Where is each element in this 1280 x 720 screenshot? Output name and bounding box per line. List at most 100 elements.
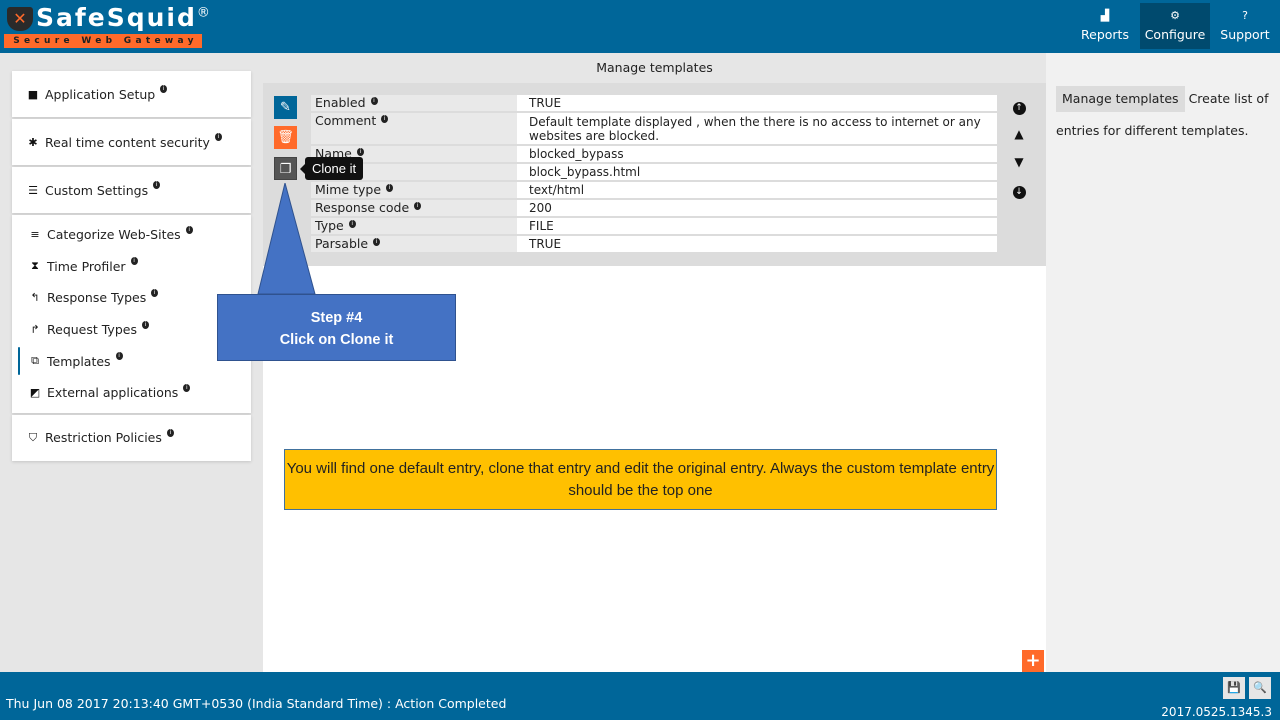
custom-settings-submenu: ≡ Categorize Web-Sites i ⧗ Time Profiler… bbox=[12, 215, 251, 413]
info-icon[interactable]: i bbox=[348, 220, 356, 228]
sidebar-item-restriction-policies[interactable]: ⛉ Restriction Policies i bbox=[12, 415, 251, 461]
cogs-icon: ⚙ bbox=[1170, 9, 1180, 22]
info-icon[interactable]: i bbox=[373, 238, 381, 246]
share-icon: ↱ bbox=[30, 323, 40, 337]
sidebar-item-label: Custom Settings bbox=[45, 182, 149, 198]
move-controls: ↑ ▲ ▼ ↓ bbox=[1010, 97, 1028, 209]
sidebar-item-custom-settings[interactable]: ☰ Custom Settings i bbox=[12, 167, 251, 213]
info-icon[interactable]: i bbox=[414, 202, 422, 210]
sidebar-item-categorize-web-sites[interactable]: ≡ Categorize Web-Sites i bbox=[12, 219, 251, 251]
info-icon[interactable]: i bbox=[370, 97, 378, 105]
nav-configure[interactable]: ⚙ Configure bbox=[1140, 3, 1210, 49]
field-row-name[interactable]: Name i blocked_bypass bbox=[311, 146, 997, 164]
info-icon[interactable]: i bbox=[381, 115, 389, 123]
info-icon[interactable]: i bbox=[160, 85, 168, 93]
sidebar-item-request-types[interactable]: ↱ Request Types i bbox=[12, 314, 251, 346]
clone-button[interactable]: ❐ bbox=[274, 157, 297, 180]
sidebar-item-real-time-content-security[interactable]: ✱ Real time content security i bbox=[12, 119, 251, 165]
info-icon[interactable]: i bbox=[115, 352, 123, 361]
caret-up-icon: ▲ bbox=[1014, 127, 1024, 141]
sidebar-item-label: Response Types bbox=[47, 290, 147, 306]
field-row-enabled[interactable]: Enabled i TRUE bbox=[311, 95, 997, 113]
field-value: 200 bbox=[529, 201, 552, 215]
field-row-file[interactable]: Filei block_bypass.html bbox=[311, 164, 997, 182]
sidebar-item-time-profiler[interactable]: ⧗ Time Profiler i bbox=[12, 251, 251, 283]
field-row-response-code[interactable]: Response code i 200 bbox=[311, 200, 997, 218]
field-row-type[interactable]: Type i FILE bbox=[311, 218, 997, 236]
floppy-disk-icon: 💾 bbox=[1227, 681, 1241, 694]
nav-reports[interactable]: ▟ Reports bbox=[1070, 3, 1140, 49]
info-icon[interactable]: i bbox=[141, 320, 149, 329]
search-button[interactable]: 🔍 bbox=[1249, 677, 1271, 699]
briefcase-icon: ■ bbox=[27, 87, 39, 101]
logo-registered-mark: ® bbox=[196, 5, 212, 21]
delete-button[interactable]: 🗑 bbox=[274, 126, 297, 149]
top-nav: ▟ Reports ⚙ Configure ? Support bbox=[1070, 3, 1280, 49]
instruction-note: You will find one default entry, clone t… bbox=[284, 449, 997, 510]
logo-tagline: Secure Web Gateway bbox=[13, 36, 198, 46]
info-icon[interactable]: i bbox=[214, 133, 222, 141]
arrow-circle-up-icon: ↑ bbox=[1012, 102, 1026, 115]
sidebar-item-label: Restriction Policies bbox=[45, 430, 162, 446]
edit-button[interactable]: ✎ bbox=[274, 96, 297, 119]
nav-support[interactable]: ? Support bbox=[1210, 3, 1280, 49]
info-icon[interactable]: i bbox=[151, 288, 159, 297]
page-title: Manage templates bbox=[263, 53, 1046, 83]
add-entry-button[interactable]: + bbox=[1022, 650, 1044, 672]
external-link-square-icon: ◩ bbox=[29, 386, 41, 400]
field-row-mime-type[interactable]: Mime type i text/html bbox=[311, 182, 997, 200]
callout-pointer-shape bbox=[257, 183, 316, 295]
entry-fields: Enabled i TRUE Comment i Default template … bbox=[311, 95, 997, 254]
field-row-parsable[interactable]: Parsable i TRUE bbox=[311, 236, 997, 254]
nav-configure-label: Configure bbox=[1144, 27, 1206, 42]
caret-down-icon: ▼ bbox=[1014, 155, 1024, 169]
info-icon[interactable]: i bbox=[185, 225, 193, 234]
info-icon[interactable]: i bbox=[130, 257, 138, 266]
step-callout: Step #4 Click on Clone it bbox=[217, 294, 456, 361]
move-to-top-button[interactable]: ↑ bbox=[1010, 97, 1028, 115]
sidebar-item-label: Application Setup bbox=[45, 86, 156, 102]
sidebar-item-label: Real time content security bbox=[45, 134, 210, 150]
hourglass-icon: ⧗ bbox=[31, 259, 39, 273]
move-down-button[interactable]: ▼ bbox=[1010, 153, 1028, 171]
field-label: Enabled bbox=[315, 95, 366, 110]
sliders-icon: ☰ bbox=[28, 183, 38, 197]
template-entry: ✎ 🗑 ❐ Clone it Enabled i TRUE Comment i De… bbox=[263, 83, 1046, 266]
save-button[interactable]: 💾 bbox=[1223, 677, 1245, 699]
sidebar-item-application-setup[interactable]: ■ Application Setup i bbox=[12, 71, 251, 117]
sidebar-item-response-types[interactable]: ↰ Response Types i bbox=[12, 282, 251, 314]
edit-icon: ✎ bbox=[280, 100, 291, 115]
info-icon[interactable]: i bbox=[183, 383, 191, 392]
step-instruction: Click on Clone it bbox=[279, 332, 394, 348]
field-row-comment[interactable]: Comment i Default template displayed , wh… bbox=[311, 113, 997, 146]
sidebar: ■ Application Setup i ✱ Real time conten… bbox=[12, 71, 251, 463]
field-value: blocked_bypass bbox=[529, 147, 624, 161]
object-ungroup-icon: ⧉ bbox=[31, 354, 39, 368]
step-number: Step #4 bbox=[310, 310, 363, 326]
sidebar-item-label: Categorize Web-Sites bbox=[47, 227, 181, 243]
top-header: ✕ SafeSquid® Secure Web Gateway ▟ Report… bbox=[0, 0, 1280, 53]
logo-tagline-bar: Secure Web Gateway bbox=[4, 34, 202, 48]
field-value: FILE bbox=[529, 219, 554, 233]
move-to-bottom-button[interactable]: ↓ bbox=[1010, 181, 1028, 199]
status-bar: Thu Jun 08 2017 20:13:40 GMT+0530 (India… bbox=[0, 672, 1280, 720]
bug-icon: ✱ bbox=[28, 135, 38, 149]
nav-support-label: Support bbox=[1220, 27, 1270, 42]
info-icon[interactable]: i bbox=[153, 181, 161, 189]
sidebar-item-templates[interactable]: ⧉ Templates i bbox=[12, 345, 251, 377]
safesquid-logo[interactable]: ✕ SafeSquid® Secure Web Gateway bbox=[4, 3, 210, 49]
move-up-button[interactable]: ▲ bbox=[1010, 125, 1028, 143]
field-label: Comment bbox=[315, 113, 377, 128]
shield-icon: ⛉ bbox=[28, 430, 38, 444]
help-topic-tag: Manage templates bbox=[1056, 86, 1185, 112]
sidebar-item-external-applications[interactable]: ◩ External applications i bbox=[12, 377, 251, 409]
info-icon[interactable]: i bbox=[356, 148, 364, 156]
database-icon: ≡ bbox=[30, 228, 40, 242]
info-icon[interactable]: i bbox=[166, 428, 174, 437]
area-chart-icon: ▟ bbox=[1100, 9, 1110, 22]
help-panel: Manage templates Create list of entries f… bbox=[1046, 53, 1280, 672]
sidebar-item-label: Time Profiler bbox=[47, 258, 126, 274]
field-label: Response code bbox=[315, 200, 410, 215]
logo-shield-icon: ✕ bbox=[7, 7, 33, 31]
info-icon[interactable]: i bbox=[386, 184, 394, 192]
